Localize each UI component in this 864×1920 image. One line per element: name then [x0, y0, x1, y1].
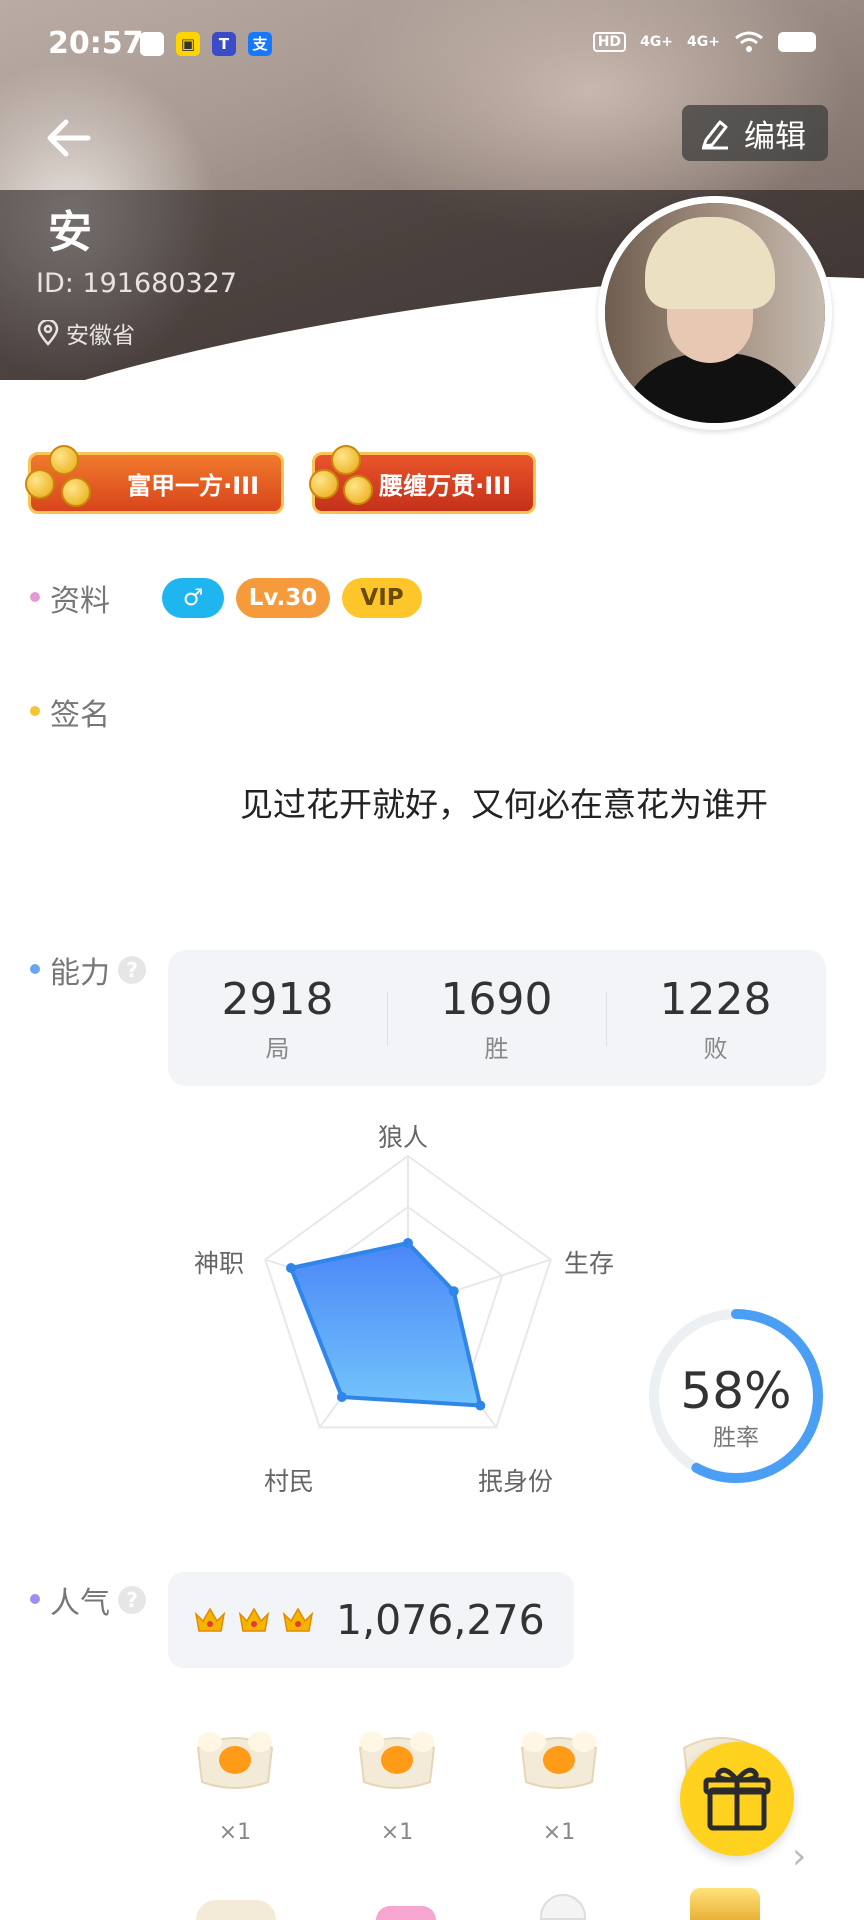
stat-value: 1690	[440, 974, 553, 1025]
radar-data-area	[289, 1241, 483, 1408]
stat-label: 胜	[484, 1035, 509, 1063]
location-pin-icon	[37, 320, 59, 346]
help-icon[interactable]: ?	[118, 956, 146, 984]
profile-location: 安徽省	[36, 316, 135, 350]
avatar[interactable]	[598, 196, 832, 430]
radar-point	[448, 1286, 459, 1297]
profile-id: ID: 191680327	[36, 268, 238, 299]
signature-text: 见过花开就好，又何必在意花为谁开	[240, 785, 768, 824]
edit-label: 编辑	[744, 118, 806, 155]
stat-label: 败	[703, 1035, 728, 1063]
popularity-card: 1,076,276	[168, 1572, 574, 1668]
gift-item-partial	[540, 1894, 586, 1920]
edit-button[interactable]: 编辑	[682, 105, 828, 161]
win-rate-value: 58%	[680, 1362, 792, 1420]
section-dot	[30, 1594, 40, 1604]
arrow-left-icon	[47, 119, 91, 157]
gift-count: ×1	[380, 1820, 414, 1845]
radar-axis-label: 狼人	[378, 1123, 429, 1152]
section-label-info: 资料	[50, 584, 110, 619]
ability-radar-chart	[264, 1154, 552, 1429]
gift-egg-icon[interactable]	[514, 1718, 604, 1798]
alipay-icon: 支	[248, 32, 272, 56]
stat-wins: 1690 胜	[387, 950, 606, 1086]
stat-label: 局	[265, 1035, 290, 1063]
level-tag: Lv.30	[236, 578, 330, 618]
section-label-ability: 能力 ?	[50, 948, 146, 992]
gift-count: ×1	[542, 1820, 576, 1845]
section-label-popularity: 人气 ?	[50, 1578, 146, 1622]
gift-count: ×1	[218, 1820, 252, 1845]
gender-tag: ♂	[162, 578, 224, 618]
radar-axis-label: 村民	[264, 1467, 315, 1496]
chevron-right-icon[interactable]: ›	[792, 1836, 806, 1877]
badge-label: 富甲一方·III	[127, 471, 259, 500]
radar-axis-label: 抿身份	[478, 1467, 554, 1496]
send-gift-button[interactable]	[680, 1742, 794, 1856]
gift-egg-icon[interactable]	[352, 1718, 442, 1798]
wifi-icon	[735, 31, 763, 52]
gift-box-icon	[703, 1767, 771, 1831]
radar-point	[403, 1238, 413, 1248]
stat-value: 2918	[221, 974, 334, 1025]
radar-axis-label: 神职	[194, 1249, 245, 1278]
stat-value: 1228	[659, 974, 772, 1025]
stat-games: 2918 局	[168, 950, 387, 1086]
battery-icon	[778, 32, 816, 52]
signal-icon: 4G+	[687, 34, 720, 50]
crown-icon	[194, 1607, 226, 1632]
radar-point	[475, 1400, 486, 1411]
win-rate-label: 胜率	[713, 1425, 759, 1451]
message-icon	[140, 32, 164, 56]
gift-item-partial	[376, 1906, 436, 1920]
location-text: 安徽省	[66, 323, 135, 349]
vip-tag: VIP	[342, 578, 422, 618]
status-indicators: HD 4G+ 4G+	[592, 30, 816, 54]
crown-icon	[238, 1607, 270, 1632]
app-notify-icon: T	[212, 32, 236, 56]
signal-icon: 4G+	[640, 34, 674, 50]
radar-point	[286, 1263, 296, 1273]
badge-label: 腰缠万贯·III	[379, 471, 511, 500]
status-time: 20:57	[48, 26, 144, 61]
hd-icon: HD	[592, 32, 627, 52]
section-label-signature: 签名	[50, 698, 110, 733]
popularity-label: 人气	[50, 1586, 110, 1621]
badge-wealth[interactable]: 富甲一方·III	[25, 445, 284, 514]
app-notify-icon: ▣	[176, 32, 200, 56]
radar-point	[336, 1392, 347, 1402]
crown-icon	[282, 1607, 314, 1632]
pencil-icon	[702, 120, 728, 150]
popularity-value: 1,076,276	[336, 1596, 545, 1644]
gift-item-partial	[196, 1900, 276, 1920]
badge-wealth-2[interactable]: 腰缠万贯·III	[309, 445, 536, 514]
status-bar: 20:57 ▣ T 支 HD 4G+ 4G+	[0, 0, 864, 90]
stats-card: 2918 局 1690 胜 1228 败	[168, 950, 826, 1086]
gift-item-partial	[690, 1888, 760, 1920]
section-dot	[30, 964, 40, 974]
profile-name: 安	[48, 207, 92, 258]
gift-egg-icon[interactable]	[190, 1718, 280, 1798]
section-dot	[30, 706, 40, 716]
section-dot	[30, 592, 40, 602]
back-button[interactable]	[40, 110, 96, 166]
radar-axis-label: 生存	[564, 1249, 615, 1278]
stat-losses: 1228 败	[606, 950, 825, 1086]
ability-label: 能力	[50, 956, 110, 991]
help-icon[interactable]: ?	[118, 1586, 146, 1614]
